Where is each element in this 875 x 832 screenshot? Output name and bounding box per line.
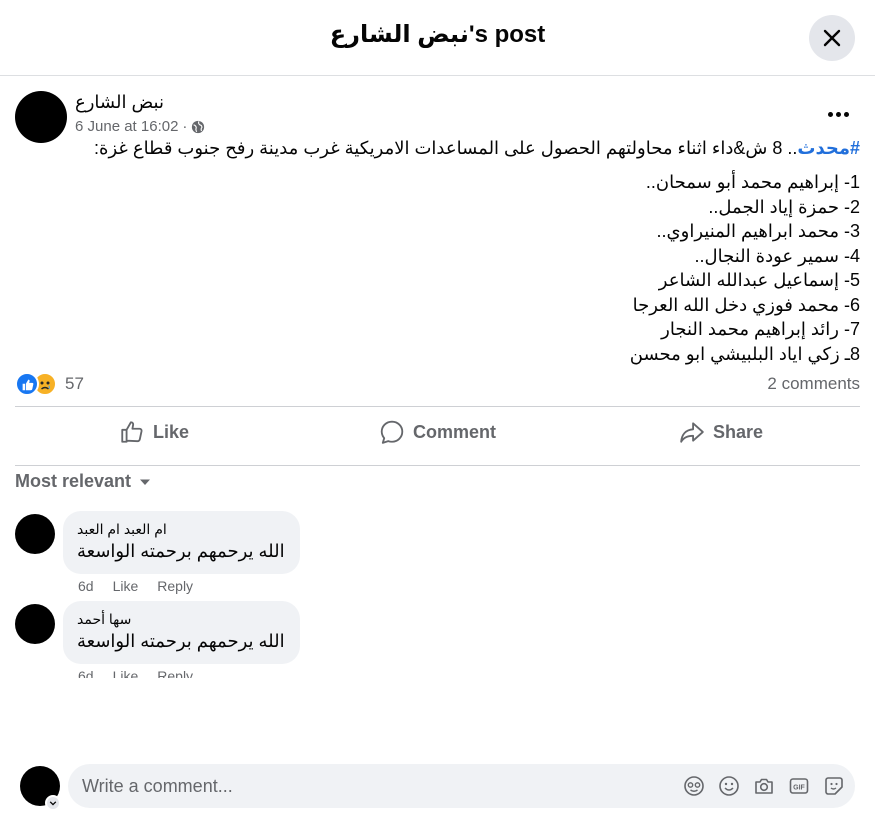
- comment-like-link[interactable]: Like: [113, 668, 139, 678]
- commenter-name[interactable]: ام العبد ام العبد: [77, 521, 286, 538]
- avatar-sticker-icon: [683, 775, 704, 796]
- share-label: Share: [713, 421, 764, 442]
- post-author[interactable]: نبض الشارع: [75, 92, 164, 113]
- comment-reply-link[interactable]: Reply: [157, 668, 193, 678]
- svg-text:GIF: GIF: [793, 784, 805, 791]
- post-options-button[interactable]: [822, 100, 854, 128]
- share-button[interactable]: Share: [679, 415, 763, 449]
- reaction-count: 57: [65, 374, 84, 393]
- post-intro: #محدث.. 8 ش&داء اثناء محاولتهم الحصول عل…: [70, 137, 860, 159]
- comment-button[interactable]: Comment: [379, 415, 496, 449]
- thumbs-up-icon: [121, 421, 143, 443]
- globe-icon: [192, 120, 205, 133]
- close-button[interactable]: [809, 15, 855, 61]
- comment-actions: 6d Like Reply: [78, 578, 193, 594]
- comment-age[interactable]: 6d: [78, 668, 94, 678]
- comment-input[interactable]: [82, 764, 662, 808]
- caret-down-icon: [140, 479, 151, 485]
- photo-button[interactable]: [752, 774, 775, 797]
- like-button[interactable]: Like: [119, 415, 189, 449]
- account-switcher-button[interactable]: [45, 795, 61, 811]
- post-list-line: 2- حمزة إياد الجمل..: [708, 196, 860, 217]
- dialog-title: نبض الشارع's post: [329, 21, 546, 48]
- gif-icon: GIF: [789, 777, 808, 794]
- post-list-line: 8ـ زكي اياد البلبيشي ابو محسن: [629, 343, 860, 364]
- commenter-name[interactable]: سها أحمد: [77, 611, 286, 628]
- post-intro-text: .. 8 ش&داء اثناء محاولتهم الحصول على الم…: [94, 138, 798, 158]
- post-meta: 6 June at 16:02 ·: [75, 118, 205, 135]
- comment-bubble-icon: [380, 420, 404, 444]
- post-list-line: 1- إبراهيم محمد أبو سمحان..: [645, 172, 860, 192]
- post-timestamp[interactable]: 6 June at 16:02: [75, 118, 178, 135]
- chevron-down-icon: [49, 801, 57, 806]
- comments-list[interactable]: ام العبد ام العبد الله يرحمهم برحمته الو…: [0, 500, 875, 678]
- comment-composer: GIF: [68, 764, 855, 808]
- post-list-line: 6- محمد فوزي دخل الله العرجا: [632, 294, 860, 315]
- comment-actions: 6d Like Reply: [78, 668, 193, 678]
- comment-age[interactable]: 6d: [78, 578, 94, 594]
- comment-reply-link[interactable]: Reply: [157, 578, 193, 594]
- comment-bubble: ام العبد ام العبد الله يرحمهم برحمته الو…: [63, 511, 300, 574]
- more-dot-icon: [835, 111, 841, 117]
- comment-text: الله يرحمهم برحمته الواسعة: [77, 631, 285, 651]
- more-dot-icon: [827, 111, 833, 117]
- reaction-summary[interactable]: 57: [15, 372, 84, 396]
- post-hashtag[interactable]: #محدث: [797, 138, 860, 158]
- commenter-avatar[interactable]: [15, 514, 55, 554]
- composer-tools: GIF: [682, 774, 845, 797]
- comment-like-link[interactable]: Like: [113, 578, 139, 594]
- post-list: 1- إبراهيم محمد أبو سمحان.. 2- حمزة إياد…: [70, 170, 860, 366]
- meta-separator: ·: [182, 118, 188, 135]
- divider: [15, 406, 860, 407]
- comment-sort-label: Most relevant: [15, 471, 132, 491]
- camera-icon: [754, 778, 773, 794]
- gif-button[interactable]: GIF: [787, 774, 810, 797]
- like-label: Like: [153, 421, 190, 442]
- post-list-line: 4- سمير عودة النجال..: [694, 245, 860, 266]
- comments-count-link[interactable]: 2 comments: [767, 374, 860, 394]
- post-list-line: 7- رائد إبراهيم محمد النجار: [661, 319, 860, 339]
- comment-text: الله يرحمهم برحمته الواسعة: [77, 541, 285, 561]
- post-list-line: 5- إسماعيل عبدالله الشاعر: [658, 270, 860, 290]
- dialog-header: نبض الشارع's post: [0, 0, 875, 76]
- more-dot-icon: [843, 111, 849, 117]
- avatar-sticker-button[interactable]: [682, 774, 705, 797]
- comment-bubble: سها أحمد الله يرحمهم برحمته الواسعة: [63, 601, 300, 664]
- sticker-button[interactable]: [822, 774, 845, 797]
- share-arrow-icon: [680, 422, 704, 443]
- close-icon: [823, 29, 841, 47]
- like-reaction-icon: [15, 372, 39, 396]
- comment-sort-dropdown[interactable]: Most relevant: [15, 471, 151, 492]
- divider: [15, 465, 860, 466]
- author-avatar[interactable]: [15, 91, 67, 143]
- emoji-icon: [718, 775, 739, 796]
- comment-label: Comment: [413, 421, 497, 442]
- commenter-avatar[interactable]: [15, 604, 55, 644]
- post-list-line: 3- محمد ابراهيم المنيراوي..: [656, 221, 860, 241]
- emoji-button[interactable]: [717, 774, 740, 797]
- sticker-icon: [824, 776, 843, 795]
